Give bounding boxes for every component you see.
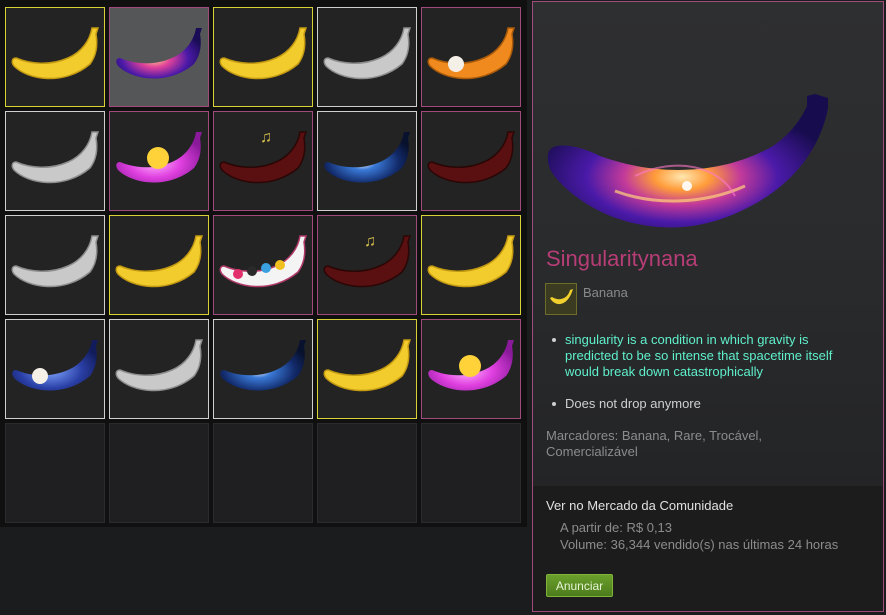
inventory-slot[interactable]: [5, 111, 105, 211]
market-price: A partir de: R$ 0,13: [560, 520, 673, 535]
item-name: Singularitynana: [546, 246, 698, 271]
yellow-banana-icon: [427, 235, 516, 288]
inventory-slot[interactable]: [421, 215, 521, 315]
inventory-slot[interactable]: [421, 319, 521, 419]
empty-inventory-slot[interactable]: [317, 423, 417, 523]
inventory-slot[interactable]: [421, 111, 521, 211]
inventory-slot[interactable]: [317, 111, 417, 211]
yellow-banana-icon: [11, 27, 100, 80]
inventory-slot[interactable]: [213, 7, 313, 107]
item-descriptions: singularity is a condition in which grav…: [552, 332, 865, 428]
inventory-slot[interactable]: [421, 7, 521, 107]
pink-retro-banana-icon: [116, 132, 202, 183]
community-market-link[interactable]: Ver no Mercado da Comunidade: [546, 498, 733, 513]
space-eye-banana-icon: [220, 340, 306, 391]
inventory-slot[interactable]: [109, 111, 209, 211]
inventory-slot[interactable]: [317, 7, 417, 107]
dark-red-music-banana-icon: ♫: [323, 233, 412, 288]
blue-meme-banana-icon: [12, 340, 98, 391]
sticker-banana-icon: [219, 235, 308, 288]
inventory-slot[interactable]: [109, 319, 209, 419]
gray-banana-icon: [323, 27, 412, 80]
dark-red-banana-icon: [427, 131, 516, 184]
gray-banana-icon: [11, 131, 100, 184]
market-volume: Volume: 36,344 vendido(s) nas últimas 24…: [560, 537, 839, 552]
inventory-slot[interactable]: ♫: [213, 111, 313, 211]
inventory-slot[interactable]: [213, 319, 313, 419]
item-tags: Marcadores: Banana, Rare, Trocável, Come…: [546, 428, 763, 459]
inventory-slot[interactable]: [5, 215, 105, 315]
empty-inventory-slot[interactable]: [421, 423, 521, 523]
inventory-grid: ♫ ♫: [0, 0, 527, 527]
singularity-banana-image: [547, 94, 828, 228]
svg-text:♫: ♫: [260, 129, 272, 146]
svg-text:♫: ♫: [364, 233, 376, 250]
inventory-slot[interactable]: ♫: [317, 215, 417, 315]
empty-inventory-slot[interactable]: [5, 423, 105, 523]
orange-cartoon-banana-icon: [427, 27, 516, 80]
gray-banana-icon: [115, 339, 204, 392]
gray-banana-icon: [11, 235, 100, 288]
game-name: Banana: [583, 285, 628, 300]
yellow-banana-icon: [115, 235, 204, 288]
description-line: singularity is a condition in which grav…: [552, 332, 865, 380]
dark-red-music-banana-icon: ♫: [219, 129, 308, 184]
yellow-banana-icon: [323, 339, 412, 392]
inventory-slot[interactable]: [5, 319, 105, 419]
inventory-slot[interactable]: [5, 7, 105, 107]
market-section: Ver no Mercado da Comunidade A partir de…: [533, 486, 883, 611]
pink-retro-banana-icon: [428, 340, 514, 391]
singularity-banana-icon: [116, 28, 202, 79]
banana-game-icon: [545, 283, 577, 315]
inventory-slot[interactable]: [109, 215, 209, 315]
yellow-banana-icon: [219, 27, 308, 80]
item-details-panel: Singularitynana Banana singularity is a …: [532, 1, 884, 612]
inventory-slot[interactable]: [317, 319, 417, 419]
inventory-slot[interactable]: [109, 7, 209, 107]
description-line: Does not drop anymore: [552, 396, 865, 412]
empty-inventory-slot[interactable]: [213, 423, 313, 523]
space-eye-banana-icon: [324, 132, 410, 183]
inventory-slot[interactable]: [213, 215, 313, 315]
sell-button[interactable]: Anunciar: [546, 574, 613, 597]
empty-inventory-slot[interactable]: [109, 423, 209, 523]
